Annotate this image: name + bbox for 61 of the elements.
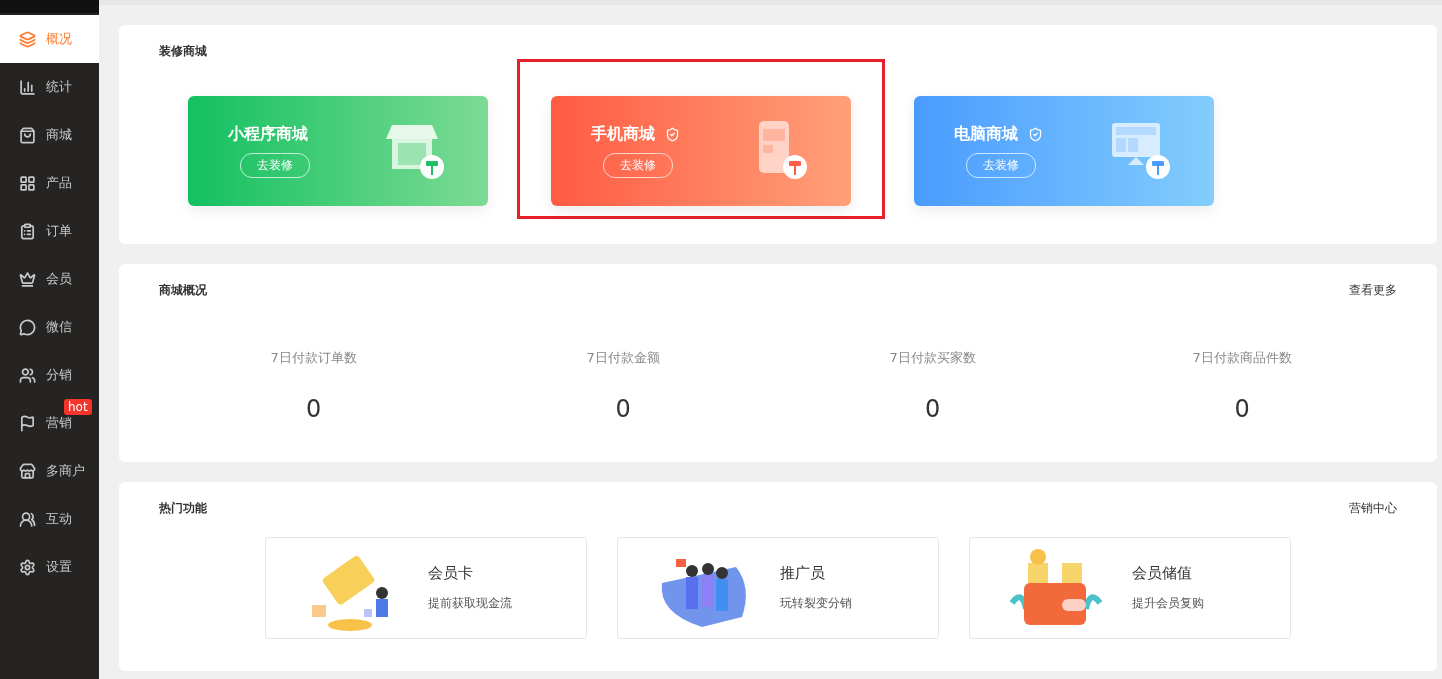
section-title: 装修商城 <box>159 43 207 60</box>
card-title: 电脑商城 <box>954 124 1018 145</box>
section-title: 商城概况 <box>159 281 207 299</box>
stat-label: 7日付款买家数 <box>889 348 976 367</box>
sidebar-item[interactable]: 统计 <box>0 63 99 111</box>
chat-bubble-icon <box>19 318 36 336</box>
stat-label: 7日付款订单数 <box>270 348 357 367</box>
stat-label: 7日付款金额 <box>586 348 660 367</box>
feature-card[interactable]: 会员卡 提前获取现金流 <box>265 537 587 640</box>
sidebar-label: 商城 <box>46 126 72 144</box>
stat-value: 0 <box>615 394 631 423</box>
settings-icon <box>19 558 36 576</box>
grid-icon <box>19 174 36 192</box>
sidebar-label: 设置 <box>46 558 72 576</box>
sidebar-item[interactable]: hot 营销 <box>0 399 99 447</box>
hot-badge: hot <box>64 399 92 415</box>
sidebar-label: 产品 <box>46 174 72 192</box>
sidebar-label: 微信 <box>46 318 72 336</box>
chart-icon <box>19 78 36 96</box>
stat-value: 0 <box>1234 394 1250 423</box>
sidebar-item[interactable]: 互动 <box>0 495 99 543</box>
feature-card[interactable]: 推广员 玩转裂变分销 <box>617 537 939 640</box>
store-icon <box>19 462 36 480</box>
stat-label: 7日付款商品件数 <box>1192 348 1292 367</box>
sidebar-item[interactable]: 订单 <box>0 207 99 255</box>
users-icon <box>19 366 36 384</box>
sidebar-label: 会员 <box>46 270 72 288</box>
sidebar-label: 概况 <box>46 30 72 48</box>
sidebar-item[interactable]: 会员 <box>0 255 99 303</box>
section-title: 热门功能 <box>159 500 207 518</box>
sidebar-item[interactable]: 分销 <box>0 351 99 399</box>
sidebar-item[interactable]: 多商户 <box>0 447 99 495</box>
feature-subtitle: 提前获取现金流 <box>428 595 512 613</box>
stat-value: 0 <box>306 394 322 423</box>
marketing-center-link[interactable]: 营销中心 <box>1349 500 1397 518</box>
bag-icon <box>19 126 36 144</box>
sidebar-item[interactable]: 微信 <box>0 303 99 351</box>
sidebar-label: 分销 <box>46 366 72 384</box>
feature-card[interactable]: 会员储值 提升会员复购 <box>969 537 1291 640</box>
sidebar-label: 订单 <box>46 222 72 240</box>
feature-subtitle: 玩转裂变分销 <box>780 595 852 613</box>
people-icon <box>19 510 36 528</box>
feature-title: 会员卡 <box>428 564 473 584</box>
sidebar-item[interactable]: 商城 <box>0 111 99 159</box>
sidebar-label: 互动 <box>46 510 72 528</box>
sidebar-item[interactable]: 产品 <box>0 159 99 207</box>
feature-title: 会员储值 <box>1132 564 1192 584</box>
clipboard-icon <box>19 222 36 240</box>
flag-icon <box>19 414 36 432</box>
feature-subtitle: 提升会员复购 <box>1132 595 1204 613</box>
layers-icon <box>19 30 36 48</box>
card-title: 小程序商城 <box>228 124 308 145</box>
sidebar-label: 统计 <box>46 78 72 96</box>
view-more-link[interactable]: 查看更多 <box>1349 281 1397 299</box>
feature-title: 推广员 <box>780 564 825 584</box>
card-title: 手机商城 <box>591 124 655 145</box>
crown-icon <box>19 270 36 288</box>
stat-value: 0 <box>925 394 941 423</box>
sidebar-item[interactable]: 设置 <box>0 543 99 591</box>
sidebar-label: 营销 <box>46 414 72 432</box>
sidebar-label: 多商户 <box>46 462 85 480</box>
